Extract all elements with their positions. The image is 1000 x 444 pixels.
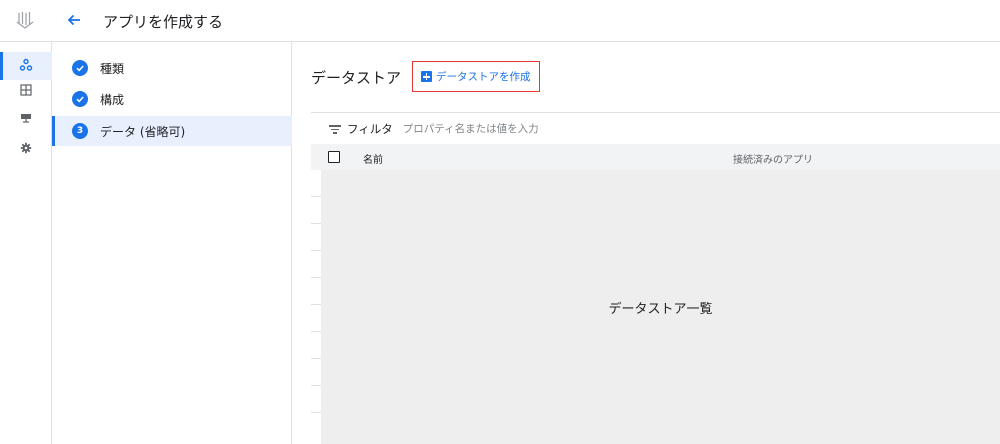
create-button-label: データストアを作成 bbox=[436, 71, 531, 83]
rail-item-monitor[interactable] bbox=[0, 104, 52, 132]
list-placeholder-label: データストア一覧 bbox=[608, 301, 713, 317]
row-separators bbox=[311, 170, 321, 444]
step-label: 構成 bbox=[100, 92, 125, 107]
step-label: データ (省略可) bbox=[100, 124, 186, 139]
create-data-store-button[interactable]: データストアを作成 bbox=[412, 61, 540, 92]
product-logo-icon[interactable] bbox=[14, 9, 36, 31]
add-box-icon bbox=[421, 71, 432, 82]
column-header-name[interactable]: 名前 bbox=[363, 151, 383, 166]
arrow-back-icon[interactable] bbox=[64, 10, 84, 30]
apps-icon bbox=[19, 57, 33, 76]
settings-icon bbox=[20, 139, 32, 158]
top-bar: アプリを作成する bbox=[0, 0, 1000, 42]
monitor-icon bbox=[20, 109, 32, 128]
table-icon bbox=[20, 81, 32, 100]
data-store-list: データストア一覧 bbox=[321, 170, 1000, 444]
steps-panel: 種類 構成 3 データ (省略可) bbox=[52, 42, 292, 444]
main-content: データストア データストアを作成 フィルタ 名前 接続済みのアプリ データストア… bbox=[293, 42, 1000, 444]
nav-rail bbox=[0, 42, 52, 444]
section-title: データストア bbox=[311, 69, 402, 87]
check-circle-icon bbox=[72, 60, 88, 76]
rail-item-table[interactable] bbox=[0, 76, 52, 104]
divider bbox=[311, 112, 1000, 113]
rail-item-settings[interactable] bbox=[0, 134, 52, 162]
step-number-badge: 3 bbox=[72, 123, 88, 139]
step-type[interactable]: 種類 bbox=[52, 53, 292, 83]
step-data[interactable]: 3 データ (省略可) bbox=[52, 116, 292, 146]
check-circle-icon bbox=[72, 91, 88, 107]
filter-bar: フィルタ bbox=[311, 114, 1000, 144]
page-title: アプリを作成する bbox=[103, 13, 224, 31]
column-header-connected-apps[interactable]: 接続済みのアプリ bbox=[733, 151, 813, 166]
filter-label: フィルタ bbox=[347, 122, 393, 136]
select-all-checkbox[interactable] bbox=[328, 151, 340, 163]
filter-input[interactable] bbox=[402, 123, 703, 135]
filter-list-icon[interactable] bbox=[329, 124, 341, 134]
step-label: 種類 bbox=[100, 61, 125, 76]
step-config[interactable]: 構成 bbox=[52, 84, 292, 114]
table-header: 名前 接続済みのアプリ bbox=[311, 144, 1000, 170]
